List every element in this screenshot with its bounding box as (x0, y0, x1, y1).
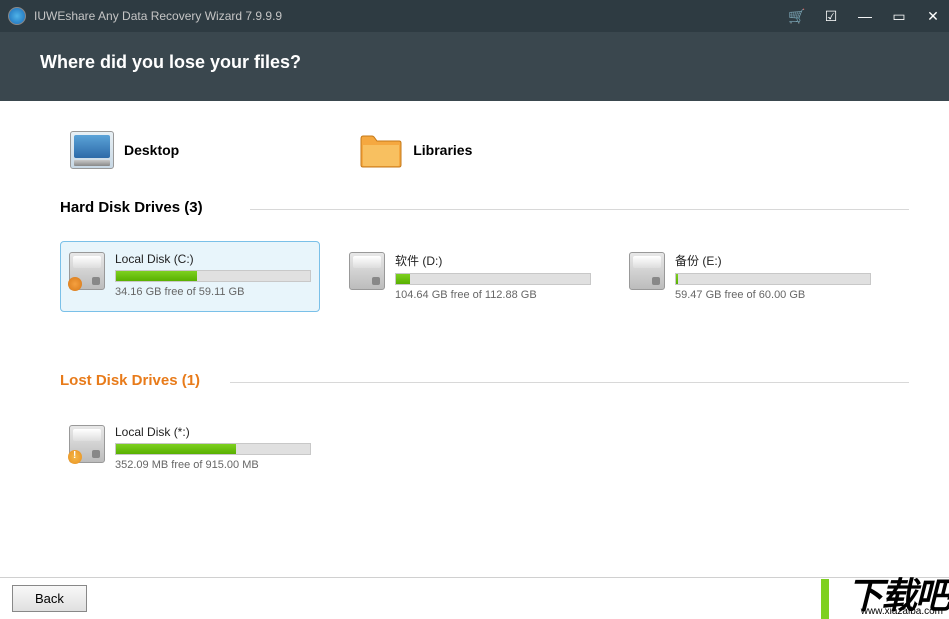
shortcut-desktop[interactable]: Desktop (70, 131, 179, 169)
hard-drives-list: Local Disk (C:) 34.16 GB free of 59.11 G… (60, 241, 909, 312)
shortcut-label: Libraries (413, 142, 472, 158)
desktop-icon (70, 131, 114, 169)
drive-info: Local Disk (C:) 34.16 GB free of 59.11 G… (115, 252, 311, 301)
drive-free-text: 34.16 GB free of 59.11 GB (115, 286, 311, 298)
window-title: IUWEshare Any Data Recovery Wizard 7.9.9… (34, 9, 789, 23)
lost-disk-section: Lost Disk Drives (1) Local Disk (*:) 352… (60, 372, 909, 482)
hard-disk-section: Hard Disk Drives (3) Local Disk (C:) 34.… (60, 199, 909, 312)
section-title-hard: Hard Disk Drives (3) (60, 199, 909, 216)
main-content: Desktop Libraries Hard Disk Drives (3) L… (0, 101, 949, 482)
drive-usage-fill (116, 444, 236, 454)
drive-usage-bar (115, 443, 311, 455)
lost-drives-list: Local Disk (*:) 352.09 MB free of 915.00… (60, 414, 909, 482)
drive-badge-icon (68, 277, 82, 291)
maximize-button[interactable]: ▭ (891, 8, 907, 24)
drive-usage-bar (675, 273, 871, 285)
footer: Back (0, 577, 949, 619)
window-controls: 🛒 ☑ — ▭ ✕ (789, 8, 941, 24)
watermark-url: www.xiazaiba.com (861, 606, 943, 617)
drive-usage-fill (116, 271, 197, 281)
drive-icon (69, 425, 105, 463)
shortcut-label: Desktop (124, 142, 179, 158)
drive-name: 软件 (D:) (395, 252, 591, 269)
app-icon (8, 7, 26, 25)
drive-name: Local Disk (*:) (115, 425, 311, 439)
footer-accent (821, 579, 829, 619)
drive-usage-bar (115, 270, 311, 282)
drive-item[interactable]: Local Disk (C:) 34.16 GB free of 59.11 G… (60, 241, 320, 312)
page-header: Where did you lose your files? (0, 32, 949, 101)
section-divider (230, 382, 909, 383)
drive-usage-fill (396, 274, 410, 284)
drive-icon (69, 252, 105, 290)
drive-icon (629, 252, 665, 290)
drive-info: Local Disk (*:) 352.09 MB free of 915.00… (115, 425, 311, 471)
close-button[interactable]: ✕ (925, 8, 941, 24)
drive-info: 备份 (E:) 59.47 GB free of 60.00 GB (675, 252, 871, 301)
drive-usage-bar (395, 273, 591, 285)
drive-free-text: 352.09 MB free of 915.00 MB (115, 459, 311, 471)
drive-item[interactable]: Local Disk (*:) 352.09 MB free of 915.00… (60, 414, 320, 482)
drive-item[interactable]: 软件 (D:) 104.64 GB free of 112.88 GB (340, 241, 600, 312)
drive-free-text: 59.47 GB free of 60.00 GB (675, 289, 871, 301)
section-title-lost: Lost Disk Drives (1) (60, 372, 909, 389)
drive-name: 备份 (E:) (675, 252, 871, 269)
back-button[interactable]: Back (12, 585, 87, 612)
drive-name: Local Disk (C:) (115, 252, 311, 266)
minimize-button[interactable]: — (857, 8, 873, 24)
shortcut-libraries[interactable]: Libraries (359, 131, 472, 169)
cart-icon[interactable]: 🛒 (789, 8, 805, 24)
folder-icon (359, 131, 403, 169)
drive-info: 软件 (D:) 104.64 GB free of 112.88 GB (395, 252, 591, 301)
section-divider (250, 209, 909, 210)
drive-icon (349, 252, 385, 290)
titlebar: IUWEshare Any Data Recovery Wizard 7.9.9… (0, 0, 949, 32)
drive-badge-icon (68, 450, 82, 464)
shortcuts-row: Desktop Libraries (70, 131, 909, 169)
drive-usage-fill (676, 274, 678, 284)
header-question: Where did you lose your files? (40, 52, 301, 72)
drive-item[interactable]: 备份 (E:) 59.47 GB free of 60.00 GB (620, 241, 880, 312)
drive-free-text: 104.64 GB free of 112.88 GB (395, 289, 591, 301)
checkbox-icon[interactable]: ☑ (823, 8, 839, 24)
